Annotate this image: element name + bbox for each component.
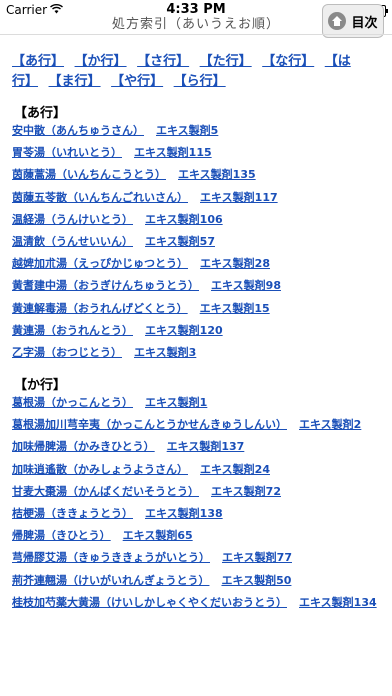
- index-link-ta[interactable]: 【た行】: [200, 54, 252, 69]
- index-link-ma[interactable]: 【ま行】: [49, 74, 101, 89]
- formula-link[interactable]: 芎帰膠艾湯（きゅうききょうがいとう） エキス製剤77: [0, 547, 392, 569]
- index-link-ya[interactable]: 【や行】: [111, 74, 163, 89]
- index-link-na[interactable]: 【な行】: [262, 54, 314, 69]
- formula-link[interactable]: 越婢加朮湯（えっぴかじゅつとう） エキス製剤28: [0, 253, 392, 275]
- formula-link[interactable]: 胃苓湯（いれいとう） エキス製剤115: [0, 142, 392, 164]
- formula-link[interactable]: 荊芥連翹湯（けいがいれんぎょうとう） エキス製剤50: [0, 570, 392, 592]
- toc-button-label: 目次: [351, 15, 378, 31]
- entry-list-a: 安中散（あんちゅうさん） エキス製剤5 胃苓湯（いれいとう） エキス製剤115 茵蔯…: [0, 120, 392, 364]
- index-link-ka[interactable]: 【か行】: [75, 54, 127, 69]
- index-link-ra[interactable]: 【ら行】: [174, 74, 226, 89]
- formula-link[interactable]: 桂枝加芍薬大黄湯（けいしかしゃくやくだいおうとう） エキス製剤134: [0, 592, 392, 614]
- formula-link[interactable]: 茵蔯蒿湯（いんちんこうとう） エキス製剤135: [0, 164, 392, 186]
- nav-divider: [0, 34, 392, 35]
- formula-link[interactable]: 加味帰脾湯（かみきひとう） エキス製剤137: [0, 436, 392, 458]
- formula-link[interactable]: 温清飲（うんせいいん） エキス製剤57: [0, 231, 392, 253]
- formula-link[interactable]: 乙字湯（おつじとう） エキス製剤3: [0, 342, 392, 364]
- section-header-ka: 【か行】: [14, 378, 67, 394]
- formula-link[interactable]: 甘麦大棗湯（かんばくだいそうとう） エキス製剤72: [0, 481, 392, 503]
- formula-link[interactable]: 茵蔯五苓散（いんちんごれいさん） エキス製剤117: [0, 187, 392, 209]
- formula-link[interactable]: 安中散（あんちゅうさん） エキス製剤5: [0, 120, 392, 142]
- toc-button[interactable]: 目次: [322, 4, 384, 38]
- formula-link[interactable]: 帰脾湯（きひとう） エキス製剤65: [0, 525, 392, 547]
- section-header-a: 【あ行】: [14, 106, 67, 121]
- formula-link[interactable]: 黄耆建中湯（おうぎけんちゅうとう） エキス製剤98: [0, 275, 392, 297]
- index-nav: 【あ行】 【か行】 【さ行】 【た行】 【な行】 【は行】 【ま行】 【や行】 …: [0, 52, 392, 92]
- formula-link[interactable]: 黄連湯（おうれんとう） エキス製剤120: [0, 320, 392, 342]
- formula-link[interactable]: 黄連解毒湯（おうれんげどくとう） エキス製剤15: [0, 298, 392, 320]
- formula-link[interactable]: 温経湯（うんけいとう） エキス製剤106: [0, 209, 392, 231]
- index-link-a[interactable]: 【あ行】: [12, 54, 64, 69]
- formula-link[interactable]: 葛根湯加川芎辛夷（かっこんとうかせんきゅうしんい） エキス製剤2: [0, 414, 392, 436]
- formula-link[interactable]: 加味逍遙散（かみしょうようさん） エキス製剤24: [0, 459, 392, 481]
- home-icon: [328, 12, 347, 30]
- formula-link[interactable]: 葛根湯（かっこんとう） エキス製剤1: [0, 392, 392, 414]
- index-link-sa[interactable]: 【さ行】: [137, 54, 189, 69]
- entry-list-ka: 葛根湯（かっこんとう） エキス製剤1 葛根湯加川芎辛夷（かっこんとうかせんきゅうし…: [0, 392, 392, 614]
- index-content: 【あ行】 【か行】 【さ行】 【た行】 【な行】 【は行】 【ま行】 【や行】 …: [0, 52, 392, 614]
- formula-link[interactable]: 桔梗湯（ききょうとう） エキス製剤138: [0, 503, 392, 525]
